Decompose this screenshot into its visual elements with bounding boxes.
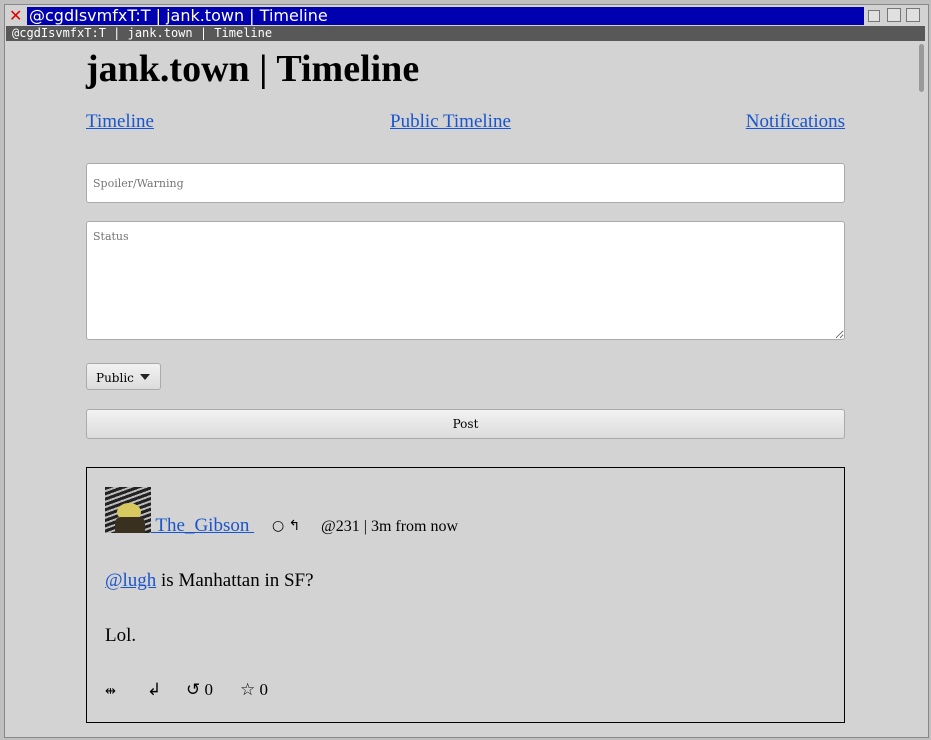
nav-timeline[interactable]: Timeline (86, 111, 154, 133)
reply-icon[interactable]: ↲ (147, 680, 161, 700)
title-bar: ✕ @cgdIsvmfxT:T | jank.town | Timeline (6, 6, 925, 26)
visibility-select[interactable]: Public (86, 363, 161, 390)
status-text-line: is Manhattan in SF? (156, 570, 314, 591)
status-meta[interactable]: @231 | 3m from now (321, 518, 458, 536)
chevron-down-icon (140, 374, 150, 380)
status-textarea[interactable] (86, 221, 845, 340)
favourite-button[interactable]: ☆ 0 (240, 680, 268, 700)
boost-button[interactable]: ↺ 0 (186, 680, 213, 700)
post-button[interactable]: Post (86, 409, 845, 439)
minimize-button[interactable] (868, 10, 880, 22)
mention-link[interactable]: @lugh (105, 570, 156, 591)
username-link[interactable]: The_Gibson (151, 515, 254, 537)
status-card: The_Gibson ○ ↰ @231 | 3m from now @lugh … (86, 467, 845, 723)
status-text: @lugh is Manhattan in SF? (105, 570, 314, 592)
status-text-line: Lol. (105, 625, 137, 646)
avatar[interactable] (105, 487, 151, 533)
visibility-indicator-icons: ○ ↰ (272, 518, 301, 534)
page-title: jank.town | Timeline (86, 48, 420, 90)
thread-icon[interactable]: ⇹ (105, 683, 116, 699)
tab-title[interactable]: @cgdIsvmfxT:T | jank.town | Timeline (6, 26, 925, 41)
scrollbar[interactable] (919, 44, 924, 92)
spoiler-input[interactable] (86, 163, 845, 203)
nav-public-timeline[interactable]: Public Timeline (390, 111, 511, 133)
close-icon[interactable]: ✕ (9, 7, 22, 25)
window-title: @cgdIsvmfxT:T | jank.town | Timeline (27, 7, 864, 25)
visibility-value: Public (96, 371, 134, 385)
nav-notifications[interactable]: Notifications (746, 111, 845, 133)
fullscreen-button[interactable] (906, 8, 920, 22)
maximize-button[interactable] (887, 8, 901, 22)
